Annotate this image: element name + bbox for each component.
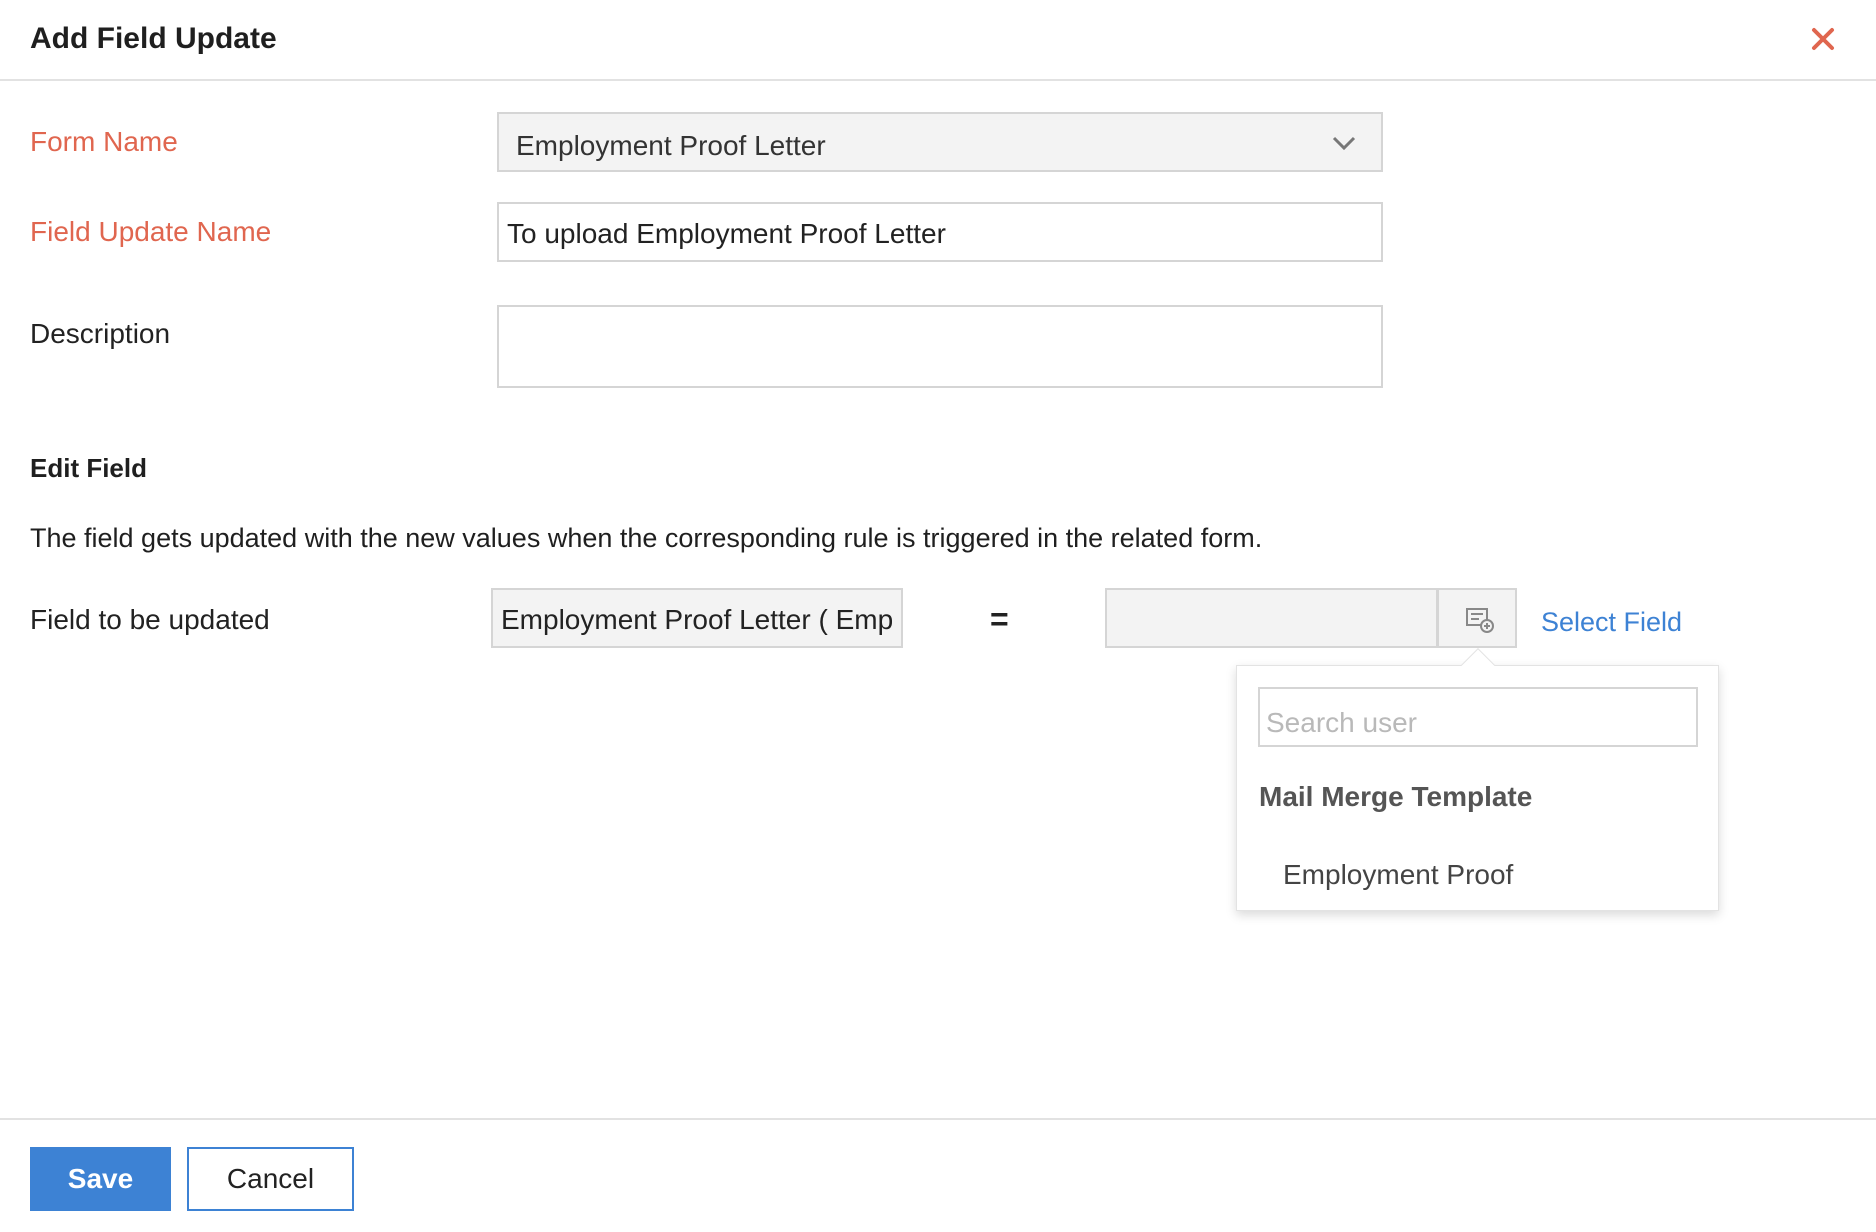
form-name-label: Form Name (30, 126, 178, 157)
edit-field-description: The field gets updated with the new valu… (30, 523, 1263, 553)
equals-operator: = (990, 601, 1009, 637)
field-update-name-input[interactable]: To upload Employment Proof Letter (497, 202, 1383, 262)
field-update-name-label: Field Update Name (30, 216, 272, 247)
cancel-button[interactable]: Cancel (187, 1147, 354, 1211)
field-picker-dropdown: Mail Merge Template Employment Proof (1236, 648, 1719, 911)
dialog-footer: Save Cancel (0, 1118, 1876, 1232)
form-name-select[interactable]: Employment Proof Letter (497, 112, 1383, 172)
description-input[interactable] (497, 305, 1383, 388)
dropdown-group-label: Mail Merge Template (1259, 781, 1533, 812)
description-label: Description (30, 318, 171, 349)
search-user-input[interactable] (1258, 687, 1698, 747)
value-input[interactable] (1105, 588, 1438, 648)
insert-field-button[interactable] (1437, 588, 1517, 648)
select-field-link[interactable]: Select Field (1541, 607, 1682, 638)
dropdown-item-employment-proof[interactable]: Employment Proof (1283, 859, 1513, 891)
dropdown-caret (1461, 648, 1495, 682)
edit-field-title: Edit Field (30, 453, 147, 483)
dialog-header: Add Field Update (0, 0, 1876, 81)
chevron-down-icon (1332, 136, 1356, 151)
dialog-title: Add Field Update (30, 22, 277, 55)
close-icon[interactable] (1806, 22, 1840, 56)
field-to-be-updated-label: Field to be updated (30, 604, 270, 635)
insert-field-icon (1466, 608, 1494, 633)
field-to-be-updated-select[interactable]: Employment Proof Letter ( Emp (491, 588, 903, 648)
save-button[interactable]: Save (30, 1147, 171, 1211)
form-name-value: Employment Proof Letter (516, 130, 826, 161)
